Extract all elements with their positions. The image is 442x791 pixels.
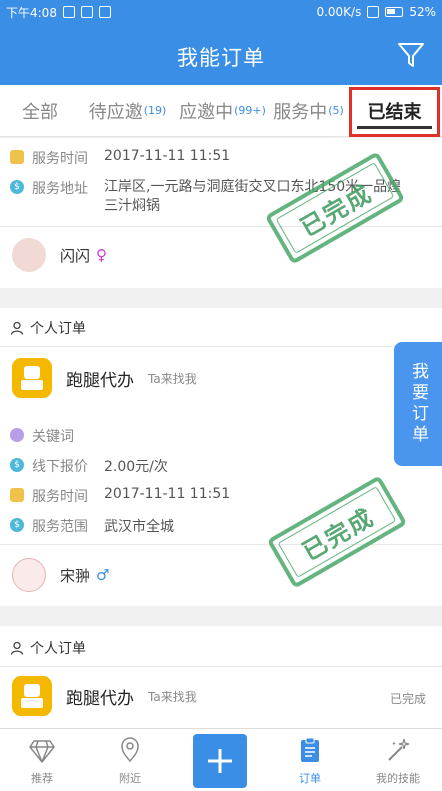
section-label: 个人订单 — [30, 641, 86, 657]
service-name: 跑腿代办 — [66, 370, 134, 391]
status-bar: 下午4:08 0.00K/s 52% — [0, 0, 442, 24]
divider — [0, 346, 442, 347]
tab-label: 服务中 — [273, 101, 328, 123]
male-icon: ♂ — [96, 566, 110, 584]
tab-label: 待应邀 — [88, 101, 143, 123]
section-header: 个人订单 — [10, 318, 86, 338]
order-icon — [301, 737, 319, 762]
tab-count: (5) — [328, 104, 344, 117]
keyword-icon — [10, 428, 24, 442]
divider — [0, 666, 442, 667]
service-range-row: $ 服务范围 武汉市全城 — [10, 516, 174, 536]
service-row[interactable]: 跑腿代办 Ta来找我 — [12, 358, 197, 398]
battery-level: 52% — [409, 5, 436, 19]
person-icon — [10, 321, 24, 335]
plus-icon — [208, 749, 232, 773]
field-label: 服务时间 — [32, 151, 88, 167]
status-time: 下午4:08 — [6, 5, 57, 20]
service-time-value: 2017-11-11 11:51 — [104, 148, 231, 164]
highlight-box — [349, 86, 440, 137]
user-row[interactable]: 闪闪 ♀ — [12, 238, 107, 272]
section-header: 个人订单 — [10, 638, 86, 658]
nav-label: 推荐 — [31, 772, 53, 785]
user-name: 闪闪 — [60, 246, 91, 265]
nav-label: 我的技能 — [376, 772, 420, 785]
female-icon: ♀ — [96, 246, 108, 264]
order-status: 已完成 — [389, 692, 426, 706]
add-button[interactable] — [193, 734, 247, 788]
tab-label: 全部 — [22, 101, 58, 123]
order-card[interactable]: 个人订单 跑腿代办 Ta来找我 已完成 — [0, 626, 442, 728]
notification-icon — [98, 6, 111, 18]
tab-pending[interactable]: 待应邀 (19) — [80, 85, 175, 137]
divider — [0, 226, 442, 227]
order-card[interactable]: 服务时间 2017-11-11 11:51 $ 服务地址 江岸区,一元路与洞庭街… — [0, 138, 442, 288]
service-time-row: 服务时间 2017-11-11 11:51 — [10, 148, 230, 168]
section-label: 个人订单 — [30, 321, 86, 337]
service-time-row: 服务时间 2017-11-11 11:51 — [10, 486, 230, 506]
errand-service-icon — [12, 676, 52, 716]
tab-all[interactable]: 全部 — [0, 85, 80, 137]
clock-icon — [10, 150, 24, 164]
errand-service-icon — [12, 358, 52, 398]
service-subtitle: Ta来找我 — [148, 371, 197, 386]
field-label: 服务范围 — [32, 519, 88, 535]
tab-count: (99+) — [234, 104, 266, 117]
nav-my-skills[interactable]: 我的技能 — [358, 729, 438, 791]
field-label: 服务地址 — [32, 181, 88, 197]
filter-icon[interactable] — [396, 40, 426, 70]
service-name: 跑腿代办 — [66, 688, 134, 709]
service-row[interactable]: 跑腿代办 Ta来找我 — [12, 676, 197, 716]
person-icon — [10, 641, 24, 655]
page-title: 我能订单 — [177, 46, 265, 70]
tab-finished[interactable]: 已结束 — [347, 85, 442, 137]
wand-icon — [388, 738, 410, 761]
nav-label: 订单 — [299, 772, 321, 785]
app-header: 我能订单 — [0, 24, 442, 85]
avatar[interactable] — [12, 238, 46, 272]
completed-stamp: 已完成 — [266, 475, 408, 589]
range-icon: $ — [10, 518, 24, 532]
tab-label: 应邀中 — [179, 101, 234, 123]
completed-stamp: 已完成 — [264, 151, 406, 265]
avatar[interactable] — [12, 558, 46, 592]
wifi-status-icon — [62, 6, 75, 18]
order-card[interactable]: 个人订单 跑腿代办 Ta来找我 关键词 $ 线下报价 2.00元/次 服务时间 … — [0, 308, 442, 606]
nav-recommend[interactable]: 推荐 — [2, 729, 82, 791]
tab-in-service[interactable]: 服务中 (5) — [270, 85, 347, 137]
bottom-nav: 推荐 附近 订单 我的技能 — [0, 728, 442, 791]
field-label: 服务时间 — [32, 489, 88, 505]
tab-count: (19) — [143, 104, 167, 117]
user-row[interactable]: 宋翀 ♂ — [12, 558, 109, 592]
nav-nearby[interactable]: 附近 — [90, 729, 170, 791]
diamond-icon — [29, 740, 55, 763]
user-name: 宋翀 — [60, 566, 91, 585]
want-order-button[interactable]: 我要订单 — [394, 342, 442, 466]
price-row: $ 线下报价 2.00元/次 — [10, 456, 168, 476]
service-time-value: 2017-11-11 11:51 — [104, 486, 231, 502]
keyword-row: 关键词 — [10, 426, 104, 446]
address-icon: $ — [10, 180, 24, 194]
divider — [0, 544, 442, 545]
nav-label: 附近 — [119, 772, 141, 785]
service-subtitle: Ta来找我 — [148, 689, 197, 704]
price-value: 2.00元/次 — [104, 459, 168, 475]
price-icon: $ — [10, 458, 24, 472]
field-label: 关键词 — [32, 429, 74, 445]
location-icon — [121, 737, 139, 763]
battery-icon — [385, 7, 404, 17]
notification-icon — [80, 6, 93, 18]
service-range-value: 武汉市全城 — [104, 519, 174, 535]
nav-orders[interactable]: 订单 — [270, 729, 350, 791]
address-line: 三汁焖锅 — [104, 198, 160, 214]
field-label: 线下报价 — [32, 459, 88, 475]
signal-icon — [367, 6, 380, 18]
network-speed: 0.00K/s — [316, 5, 362, 19]
order-tabs: 全部 待应邀 (19) 应邀中 (99+) 服务中 (5) 已结束 — [0, 85, 442, 137]
clock-icon — [10, 488, 24, 502]
tab-inviting[interactable]: 应邀中 (99+) — [175, 85, 270, 137]
